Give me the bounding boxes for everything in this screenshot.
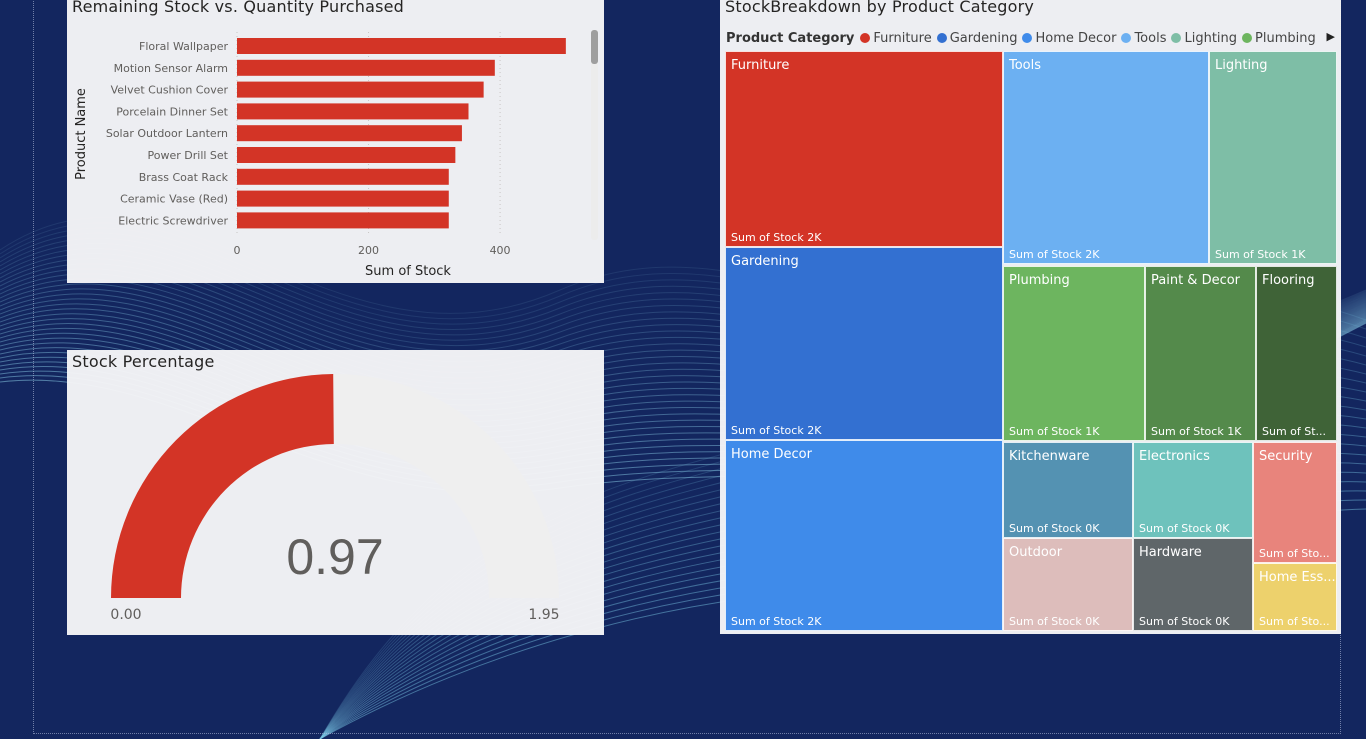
treemap-tile[interactable]: Home Ess... Sum of Sto... (1253, 563, 1337, 631)
y-category-label: Motion Sensor Alarm (114, 62, 228, 75)
legend-label: Gardening (949, 30, 1018, 46)
bar-chart-scrollbar[interactable] (591, 30, 598, 240)
tile-value-label: Sum of Stock 0K (1009, 522, 1100, 535)
legend-dot-icon (1242, 33, 1253, 43)
tile-category-label: Security (1259, 449, 1313, 464)
y-category-label: Brass Coat Rack (139, 171, 229, 184)
legend-next-arrow-icon[interactable]: ▶ (1327, 30, 1335, 43)
tile-category-label: Paint & Decor (1151, 273, 1241, 288)
bar[interactable] (237, 125, 462, 142)
treemap-visual[interactable]: StockBreakdown by Product Category Produ… (720, 0, 1341, 634)
bar[interactable] (237, 147, 456, 163)
tile-category-label: Plumbing (1009, 273, 1070, 288)
tile-category-label: Furniture (731, 58, 790, 73)
bar[interactable] (237, 212, 449, 229)
legend-label: Lighting (1184, 30, 1238, 46)
treemap-tile[interactable]: Gardening Sum of Stock 2K (725, 247, 1003, 440)
tile-value-label: Sum of Stock 2K (731, 615, 822, 628)
gauge-visual[interactable]: Stock Percentage 0.97 0.00 1.95 (67, 350, 604, 635)
legend-label: Home Decor (1035, 30, 1117, 46)
tile-value-label: Sum of Stock 1K (1151, 425, 1242, 438)
legend-item[interactable]: Furniture (860, 30, 932, 46)
treemap-tile[interactable]: Furniture Sum of Stock 2K (725, 51, 1003, 247)
gauge-min-label: 0.00 (110, 607, 141, 623)
legend-dot-icon (1022, 33, 1033, 43)
tile-category-label: Lighting (1215, 58, 1268, 73)
bar-chart-visual[interactable]: Remaining Stock vs. Quantity Purchased 0… (67, 0, 604, 283)
treemap-tile[interactable]: Outdoor Sum of Stock 0K (1003, 538, 1133, 631)
treemap-tile[interactable]: Flooring Sum of St... (1256, 266, 1337, 441)
legend-label: Plumbing (1255, 30, 1316, 46)
treemap-title: StockBreakdown by Product Category (725, 0, 1035, 16)
treemap-legend: Product Category Furniture Gardening Home … (726, 30, 1321, 46)
tile-value-label: Sum of Stock 2K (731, 231, 822, 244)
treemap-tile[interactable]: Paint & Decor Sum of Stock 1K (1145, 266, 1256, 441)
legend-item[interactable]: Gardening (936, 30, 1018, 46)
treemap-tile[interactable]: Lighting Sum of Stock 1K (1209, 51, 1337, 264)
tile-value-label: Sum of St... (1262, 425, 1327, 438)
tile-value-label: Sum of Stock 0K (1139, 615, 1230, 628)
legend-item[interactable]: Home Decor (1022, 31, 1116, 46)
tile-value-label: Sum of Stock 1K (1009, 425, 1100, 438)
bar-chart: 0 200 400 Floral Wallpaper Motion Sensor Ala… (74, 32, 566, 279)
treemap-tile[interactable]: Kitchenware Sum of Stock 0K (1003, 442, 1133, 538)
x-tick-label: 400 (490, 244, 511, 257)
tile-category-label: Home Decor (731, 447, 812, 462)
tile-value-label: Sum of Stock 0K (1009, 615, 1100, 628)
y-category-label: Ceramic Vase (Red) (120, 193, 228, 206)
legend-dot-icon (860, 33, 871, 43)
tile-category-label: Gardening (731, 254, 799, 269)
y-category-label: Electric Screwdriver (118, 214, 228, 227)
treemap-tile[interactable]: Electronics Sum of Stock 0K (1133, 442, 1253, 538)
legend-item[interactable]: Lighting (1171, 31, 1237, 46)
scrollbar-thumb[interactable] (591, 30, 598, 64)
x-tick-label: 200 (358, 244, 379, 257)
x-axis-title: Sum of Stock (365, 264, 451, 279)
legend-item[interactable]: Tools (1121, 31, 1166, 46)
treemap-tile[interactable]: Plumbing Sum of Stock 1K (1003, 266, 1145, 441)
treemap-tile[interactable]: Tools Sum of Stock 2K (1003, 51, 1209, 264)
x-tick-label: 0 (234, 244, 241, 257)
tile-value-label: Sum of Stock 2K (1009, 248, 1100, 261)
y-category-label: Porcelain Dinner Set (116, 105, 228, 118)
y-category-label: Velvet Cushion Cover (111, 84, 229, 97)
tile-category-label: Electronics (1139, 449, 1210, 464)
legend-label: Tools (1134, 30, 1167, 46)
treemap-tile[interactable]: Security Sum of Sto... (1253, 442, 1337, 563)
tile-value-label: Sum of Stock 0K (1139, 522, 1230, 535)
treemap-tile[interactable]: Home Decor Sum of Stock 2K (725, 440, 1003, 631)
tile-category-label: Flooring (1262, 273, 1315, 288)
bar[interactable] (237, 168, 449, 185)
tile-category-label: Tools (1009, 58, 1042, 73)
bar[interactable] (237, 59, 495, 76)
bar[interactable] (237, 103, 469, 120)
tile-value-label: Sum of Stock 2K (731, 424, 822, 437)
tile-category-label: Home Ess... (1259, 570, 1336, 585)
legend-item[interactable]: Plumbing (1242, 31, 1316, 46)
legend-title: Product Category (726, 30, 855, 46)
y-category-label: Power Drill Set (148, 149, 229, 162)
tile-value-label: Sum of Stock 1K (1215, 248, 1306, 261)
treemap-tile[interactable]: Hardware Sum of Stock 0K (1133, 538, 1253, 631)
legend-dot-icon (1171, 33, 1182, 43)
gauge-chart: 0.97 0.00 1.95 (110, 374, 560, 623)
gauge-value-label: 0.97 (286, 529, 383, 585)
tile-category-label: Kitchenware (1009, 449, 1090, 464)
tile-value-label: Sum of Sto... (1259, 547, 1330, 560)
tile-category-label: Outdoor (1009, 545, 1063, 560)
gauge-max-label: 1.95 (528, 607, 559, 623)
y-axis-title: Product Name (74, 88, 89, 180)
bar[interactable] (237, 81, 484, 98)
bar[interactable] (237, 38, 566, 54)
y-category-label: Solar Outdoor Lantern (106, 127, 228, 140)
legend-label: Furniture (873, 30, 932, 46)
tile-value-label: Sum of Sto... (1259, 615, 1330, 628)
y-category-label: Floral Wallpaper (139, 40, 228, 53)
bar[interactable] (237, 190, 449, 207)
tile-category-label: Hardware (1139, 545, 1202, 560)
legend-dot-icon (936, 33, 947, 43)
legend-dot-icon (1121, 33, 1132, 43)
